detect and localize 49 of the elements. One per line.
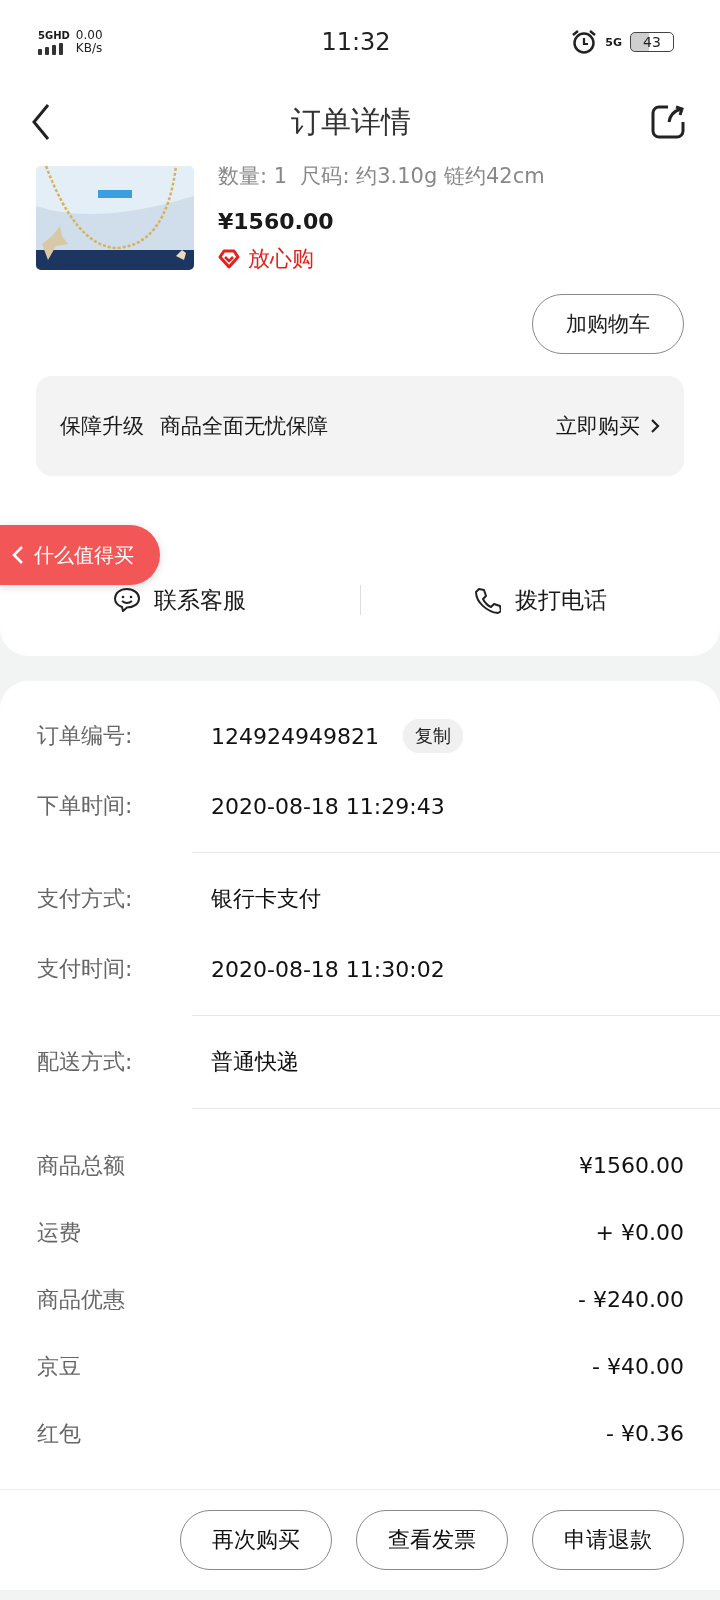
info-value: 2020-08-18 11:30:02: [211, 956, 445, 982]
buy-now-link[interactable]: 立即购买: [556, 412, 660, 440]
speed-unit: KB/s: [75, 42, 103, 55]
amount-label: 红包: [37, 1419, 81, 1448]
info-label: 支付方式:: [37, 885, 134, 913]
add-to-cart-button[interactable]: 加购物车: [532, 294, 684, 354]
info-label: 支付时间:: [37, 955, 134, 983]
contact-button[interactable]: 联系客服: [0, 584, 360, 616]
info-value: 银行卡支付: [211, 885, 321, 913]
action-button[interactable]: 申请退款: [532, 1510, 684, 1570]
protection-text: 商品全面无忧保障: [160, 413, 329, 440]
product-spec: 数量: 1 尺码: 约3.10g 链约42cm: [218, 163, 545, 190]
amount-value: + ¥0.00: [595, 1220, 684, 1245]
clock-time: 11:32: [321, 28, 391, 56]
protection-title: 保障升级: [60, 413, 144, 440]
info-label: 下单时间:: [37, 792, 134, 820]
share-icon[interactable]: [650, 104, 686, 140]
action-button[interactable]: 再次购买: [180, 1510, 332, 1570]
amount-label: 商品优惠: [37, 1285, 125, 1314]
network-type: 5G: [605, 35, 622, 49]
info-label: 订单编号:: [37, 722, 134, 750]
amount-value: - ¥240.00: [578, 1287, 684, 1312]
amount-value: ¥1560.00: [579, 1153, 684, 1178]
action-button[interactable]: 查看发票: [356, 1510, 508, 1570]
amount-label: 运费: [37, 1218, 81, 1247]
phone-icon: [473, 586, 502, 614]
guarantee-label: 放心购: [248, 245, 314, 273]
amount-value: - ¥0.36: [606, 1421, 684, 1446]
diamond-icon: [218, 249, 240, 269]
info-value: 普通快递: [211, 1048, 299, 1076]
chat-icon: [113, 588, 140, 612]
back-icon[interactable]: [30, 102, 52, 142]
info-value: 124924949821: [211, 723, 379, 749]
network-speed: 0.00: [75, 29, 103, 42]
protection-banner[interactable]: 保障升级 商品全面无忧保障 立即购买: [36, 376, 684, 476]
product-price: ¥1560.00: [218, 208, 335, 236]
alarm-icon: [571, 29, 598, 55]
info-label: 配送方式:: [37, 1048, 134, 1076]
battery-level: 43: [643, 34, 661, 50]
copy-button[interactable]: 复制: [402, 719, 463, 753]
amount-value: - ¥40.00: [592, 1354, 684, 1379]
info-value: 2020-08-18 11:29:43: [211, 793, 445, 819]
page-title: 订单详情: [291, 102, 411, 141]
back-icon: [12, 545, 24, 565]
amount-label: 京豆: [37, 1352, 81, 1381]
contact-button[interactable]: 拨打电话: [360, 584, 720, 616]
chevron-right-icon: [650, 418, 660, 434]
amount-label: 商品总额: [37, 1151, 125, 1180]
network-label: 5GHD: [38, 29, 70, 41]
